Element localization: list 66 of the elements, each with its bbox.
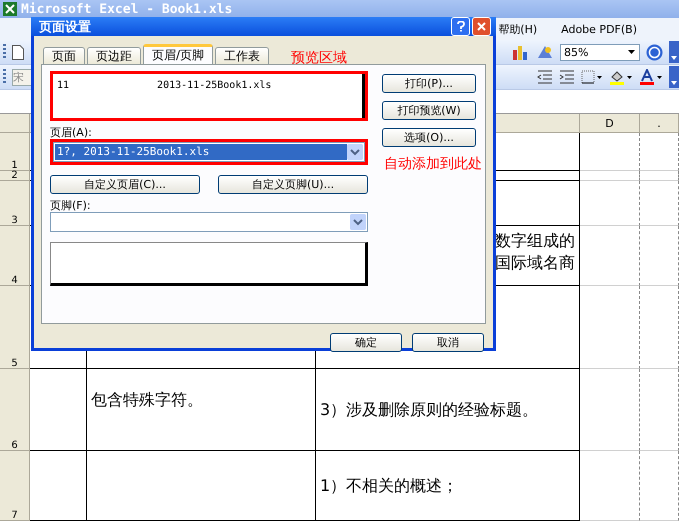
tab[interactable]: 页边距 (87, 47, 141, 64)
close-icon (477, 22, 486, 31)
column-header[interactable]: . (640, 114, 679, 133)
field-label: 页脚(F): (50, 198, 92, 212)
chart-icon[interactable] (512, 44, 530, 60)
table-cell (640, 133, 679, 171)
dialog-button[interactable]: 取消 (412, 333, 484, 352)
preview-text: 2013-11-25Book1.xls (157, 80, 272, 93)
cell-text: 国际域名商 (495, 252, 575, 274)
toolbar-options-icon[interactable] (669, 66, 679, 88)
annotation-text: 自动添加到此处 (384, 155, 482, 173)
cell-text: 数字组成的 (495, 230, 575, 252)
table-cell (580, 226, 640, 286)
column-header[interactable]: D (580, 114, 640, 133)
row-header[interactable]: 3 (0, 181, 30, 226)
dialog-title: 页面设置 (39, 18, 92, 36)
dialog-button[interactable]: 确定 (330, 333, 402, 352)
caret-icon (350, 214, 366, 230)
borders-icon[interactable] (581, 70, 603, 84)
new-document-icon[interactable] (12, 44, 24, 60)
custom-button[interactable]: 自定义页脚(U)... (218, 175, 368, 194)
preview-text: 11 (57, 80, 70, 93)
table-cell (30, 451, 87, 521)
side-button[interactable]: 选项(O)... (382, 128, 476, 147)
table-cell (640, 226, 679, 286)
help-button[interactable] (451, 17, 470, 36)
table-cell (640, 451, 679, 521)
row-header[interactable]: 5 (0, 286, 30, 369)
tab[interactable]: 页面 (43, 47, 85, 64)
cell-text: 包含特殊字符。 (91, 389, 204, 411)
row-header[interactable]: 4 (0, 226, 30, 286)
menu-item[interactable]: Adobe PDF(B) (561, 22, 637, 36)
table-cell (580, 181, 640, 226)
cell-text: 1）不相关的概述； (320, 474, 460, 496)
caret-icon (628, 50, 635, 54)
tab[interactable]: 页眉/页脚 (143, 44, 214, 64)
row-header[interactable]: 6 (0, 369, 30, 451)
row-header[interactable]: 2 (0, 171, 30, 181)
row-header[interactable]: 7 (0, 451, 30, 521)
chart-wizard-icon[interactable] (536, 44, 554, 60)
side-button[interactable]: 打印(P)... (382, 74, 476, 93)
annotation-text: 预览区域 (291, 48, 348, 66)
window-title: Microsoft Excel - Book1.xls (21, 2, 232, 16)
field-label: 页眉(A): (50, 125, 93, 139)
table-cell (640, 171, 679, 181)
side-button[interactable]: 打印预览(W) (382, 101, 476, 120)
fill-color-icon[interactable] (609, 69, 633, 85)
close-button[interactable] (472, 17, 491, 36)
table-cell (580, 451, 640, 521)
table-cell (580, 133, 640, 171)
font-color-icon[interactable] (639, 69, 663, 85)
row-header[interactable]: 1 (0, 133, 30, 171)
header-dropdown[interactable]: 1?, 2013-11-25Book1.xls (53, 142, 365, 162)
cell-text: 3）涉及删除原则的经验标题。 (320, 398, 540, 420)
table-cell (580, 171, 640, 181)
increase-indent-icon[interactable] (559, 70, 575, 84)
custom-button[interactable]: 自定义页眉(C)... (50, 175, 200, 194)
menu-item[interactable]: 帮助(H) (498, 22, 538, 36)
toolbar-options-icon[interactable] (669, 41, 679, 63)
tab[interactable]: 工作表 (215, 47, 270, 64)
decrease-indent-icon[interactable] (537, 70, 553, 84)
table-cell (640, 181, 679, 226)
zoom-field[interactable]: 85% (560, 44, 640, 60)
caret-icon (347, 144, 363, 160)
spreadsheet-icon (3, 2, 17, 16)
footer-dropdown[interactable] (50, 212, 368, 232)
